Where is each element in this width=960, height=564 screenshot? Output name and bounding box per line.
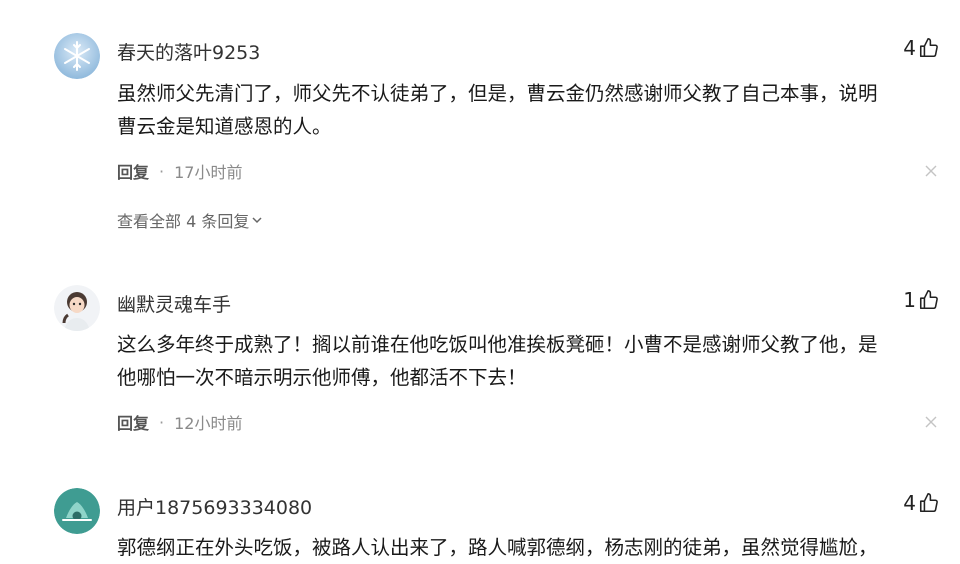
comment-text: 郭德纲正在外头吃饭，被路人认出来了，路人喊郭德纲，杨志刚的徒弟，虽然觉得尴尬， bbox=[117, 531, 947, 564]
thumbs-up-icon bbox=[919, 290, 938, 310]
avatar[interactable] bbox=[54, 285, 100, 331]
snowflake-avatar-icon bbox=[54, 33, 100, 79]
timestamp: 12小时前 bbox=[174, 414, 243, 433]
like-count: 4 bbox=[903, 36, 916, 60]
reply-button[interactable]: 回复 bbox=[117, 410, 149, 434]
comment-meta: 回复 · 17小时前 bbox=[117, 159, 242, 183]
avatar[interactable] bbox=[54, 33, 100, 79]
meta-separator: · bbox=[159, 412, 165, 432]
like-count: 1 bbox=[903, 288, 916, 312]
close-icon[interactable] bbox=[924, 415, 938, 429]
default-user-avatar-icon bbox=[54, 488, 100, 534]
timestamp: 17小时前 bbox=[174, 163, 243, 182]
comment-text-line: 虽然师父先清门了，师父先不认徒弟了，但是，曹云金仍然感谢师父教了自己本事，说明 bbox=[117, 82, 878, 105]
chevron-down-icon bbox=[252, 217, 262, 224]
thumbs-up-icon bbox=[919, 493, 938, 513]
username[interactable]: 幽默灵魂车手 bbox=[117, 290, 231, 317]
comment-text: 虽然师父先清门了，师父先不认徒弟了，但是，曹云金仍然感谢师父教了自己本事，说明 … bbox=[117, 77, 947, 143]
username[interactable]: 用户1875693334080 bbox=[117, 493, 312, 520]
comment-text: 这么多年终于成熟了！搁以前谁在他吃饭叫他准挨板凳砸！小曹不是感谢师父教了他，是 … bbox=[117, 328, 947, 394]
like-button[interactable]: 1 bbox=[903, 288, 940, 312]
close-icon[interactable] bbox=[924, 164, 938, 178]
comment-text-line: 郭德纲正在外头吃饭，被路人认出来了，路人喊郭德纲，杨志刚的徒弟，虽然觉得尴尬， bbox=[117, 536, 878, 559]
like-button[interactable]: 4 bbox=[903, 491, 940, 515]
comment-text-line: 这么多年终于成熟了！搁以前谁在他吃饭叫他准挨板凳砸！小曹不是感谢师父教了他，是 bbox=[117, 333, 878, 356]
reply-button[interactable]: 回复 bbox=[117, 159, 149, 183]
avatar[interactable] bbox=[54, 488, 100, 534]
comment-meta: 回复 · 12小时前 bbox=[117, 410, 242, 434]
like-button[interactable]: 4 bbox=[903, 36, 940, 60]
thumbs-up-icon bbox=[919, 38, 938, 58]
like-count: 4 bbox=[903, 491, 916, 515]
comment-text-line: 他哪怕一次不暗示明示他师傅，他都活不下去！ bbox=[117, 366, 527, 389]
meta-separator: · bbox=[159, 161, 165, 181]
view-all-replies-link[interactable]: 查看全部 4 条回复 bbox=[117, 208, 263, 232]
girl-avatar-icon bbox=[54, 285, 100, 331]
view-all-replies-label: 查看全部 4 条回复 bbox=[117, 212, 250, 231]
comment-text-line: 曹云金是知道感恩的人。 bbox=[117, 115, 332, 138]
username[interactable]: 春天的落叶9253 bbox=[117, 38, 260, 65]
